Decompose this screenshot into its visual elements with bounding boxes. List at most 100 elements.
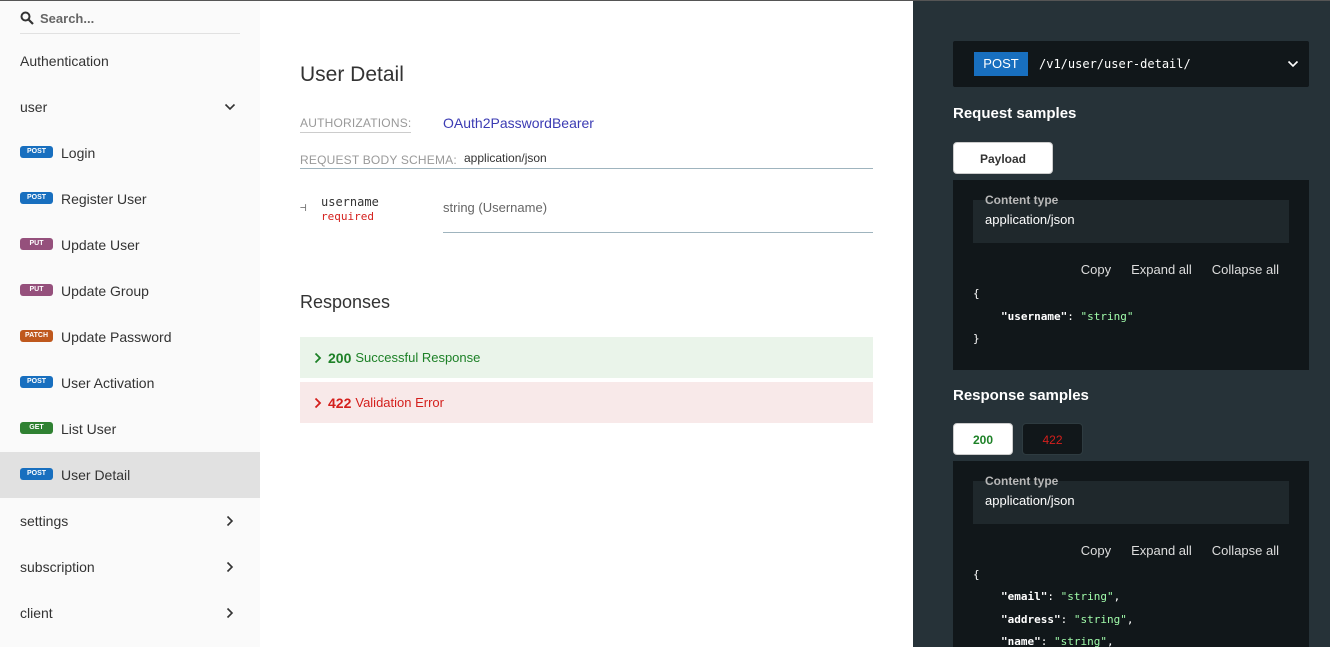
sidebar-item-label: Update User xyxy=(61,237,140,253)
response-sample-box: Content type application/json Copy Expan… xyxy=(953,461,1309,647)
endpoint-method-badge: POST xyxy=(974,52,1028,76)
request-sample-box: Content type application/json Copy Expan… xyxy=(953,180,1309,370)
operation-panel: User Detail AUTHORIZATIONS: OAuth2Passwo… xyxy=(260,1,913,647)
sidebar-item-update-group[interactable]: PUT Update Group xyxy=(0,268,260,314)
content-type-value: application/json xyxy=(985,212,1075,227)
sidebar-group-client[interactable]: client xyxy=(0,590,260,636)
response-code: 422 xyxy=(328,394,352,411)
sidebar-item-authentication[interactable]: Authentication xyxy=(0,38,260,84)
param-required: required xyxy=(321,210,374,223)
sidebar-item-label: Login xyxy=(61,145,96,161)
search-input[interactable] xyxy=(40,5,230,31)
chevron-right-icon xyxy=(226,561,234,573)
sidebar: Authentication user POST Login POST Regi… xyxy=(0,1,260,647)
search-bar xyxy=(20,1,240,34)
schema-content-type: application/json xyxy=(464,151,547,165)
sidebar-item-label: User Activation xyxy=(61,375,155,391)
expand-all-button[interactable]: Expand all xyxy=(1131,543,1192,558)
expand-all-button[interactable]: Expand all xyxy=(1131,262,1192,277)
code-value: "string" xyxy=(1054,635,1107,647)
method-badge: POST xyxy=(20,468,53,480)
sidebar-item-update-user[interactable]: PUT Update User xyxy=(0,222,260,268)
sidebar-item-label: Authentication xyxy=(20,53,109,69)
code-line: } xyxy=(973,332,980,345)
tab-response-200[interactable]: 200 xyxy=(953,423,1013,455)
sidebar-item-update-password[interactable]: PATCH Update Password xyxy=(0,314,260,360)
sample-controls: Copy Expand all Collapse all xyxy=(1081,543,1279,558)
request-samples-title: Request samples xyxy=(953,105,1077,122)
responses-title: Responses xyxy=(300,292,391,312)
page-title: User Detail xyxy=(300,63,404,86)
sidebar-item-label: Update Group xyxy=(61,283,149,299)
param-connector: ⊣ xyxy=(300,201,307,214)
chevron-right-icon xyxy=(314,352,322,363)
content-type-label: Content type xyxy=(985,193,1059,207)
code-comma: , xyxy=(1126,613,1134,626)
sidebar-item-label: List User xyxy=(61,421,117,437)
response-200-toggle[interactable]: 200 Successful Response xyxy=(300,337,873,378)
chevron-down-icon xyxy=(1287,60,1299,68)
code-line: { xyxy=(973,568,980,581)
schema-label: REQUEST BODY SCHEMA: xyxy=(300,153,457,167)
content-type-box: Content type application/json xyxy=(973,474,1289,524)
chevron-right-icon xyxy=(314,397,322,408)
code-line: { xyxy=(973,287,980,300)
code-value: "string" xyxy=(1060,590,1114,603)
response-description: Successful Response xyxy=(355,350,481,365)
sidebar-item-label: Register User xyxy=(61,191,147,207)
sidebar-item-login[interactable]: POST Login xyxy=(0,130,260,176)
code-comma: , xyxy=(1106,635,1114,647)
method-badge: POST xyxy=(20,146,53,158)
code-key: "username" xyxy=(1001,310,1068,323)
endpoint-path: /v1/user/user-detail/ xyxy=(1039,57,1191,71)
sidebar-item-register-user[interactable]: POST Register User xyxy=(0,176,260,222)
param-name: username xyxy=(321,195,379,209)
samples-panel: POST /v1/user/user-detail/ Request sampl… xyxy=(913,1,1330,647)
method-badge: POST xyxy=(20,376,53,388)
sidebar-item-list-user[interactable]: GET List User xyxy=(0,406,260,452)
method-badge: PUT xyxy=(20,284,53,296)
code-key: "name" xyxy=(1001,635,1041,647)
copy-button[interactable]: Copy xyxy=(1081,262,1111,277)
copy-button[interactable]: Copy xyxy=(1081,543,1111,558)
endpoint-selector[interactable]: POST /v1/user/user-detail/ xyxy=(953,41,1309,87)
authorization-scheme-link[interactable]: OAuth2PasswordBearer xyxy=(443,115,594,131)
chevron-down-icon xyxy=(224,103,236,111)
method-badge: POST xyxy=(20,192,53,204)
sidebar-group-subscription[interactable]: subscription xyxy=(0,544,260,590)
sidebar-item-label: User Detail xyxy=(61,467,131,483)
request-body-schema: REQUEST BODY SCHEMA: application/json xyxy=(300,151,873,169)
method-badge: PUT xyxy=(20,238,53,250)
sidebar-group-user[interactable]: user xyxy=(0,84,260,130)
content-type-value: application/json xyxy=(985,493,1075,508)
collapse-all-button[interactable]: Collapse all xyxy=(1212,543,1279,558)
code-brace: } xyxy=(973,332,980,345)
sidebar-item-label: Update Password xyxy=(61,329,172,345)
sidebar-item-user-activation[interactable]: POST User Activation xyxy=(0,360,260,406)
chevron-right-icon xyxy=(226,607,234,619)
method-badge: PATCH xyxy=(20,330,53,342)
param-type: string (Username) xyxy=(443,200,548,215)
code-value: "string" xyxy=(1080,310,1134,323)
sidebar-group-settings[interactable]: settings xyxy=(0,498,260,544)
code-line: "address": "string", xyxy=(1001,613,1134,626)
code-comma: , xyxy=(1113,590,1121,603)
code-line: "email": "string", xyxy=(1001,590,1121,603)
content-type-box: Content type application/json xyxy=(973,193,1289,243)
response-samples-title: Response samples xyxy=(953,387,1089,404)
method-badge: GET xyxy=(20,422,53,434)
collapse-all-button[interactable]: Collapse all xyxy=(1212,262,1279,277)
code-brace: { xyxy=(973,287,980,300)
response-code: 200 xyxy=(328,349,352,366)
tab-response-422[interactable]: 422 xyxy=(1022,423,1083,455)
code-key: "address" xyxy=(1001,613,1061,626)
sample-controls: Copy Expand all Collapse all xyxy=(1081,262,1279,277)
authorizations-label: AUTHORIZATIONS: xyxy=(300,116,412,133)
code-key: "email" xyxy=(1001,590,1048,603)
search-icon xyxy=(20,11,34,25)
content-type-label: Content type xyxy=(985,474,1059,488)
sidebar-item-user-detail[interactable]: POST User Detail xyxy=(0,452,260,498)
code-value: "string" xyxy=(1073,613,1127,626)
response-422-toggle[interactable]: 422 Validation Error xyxy=(300,382,873,423)
tab-payload[interactable]: Payload xyxy=(953,142,1053,174)
